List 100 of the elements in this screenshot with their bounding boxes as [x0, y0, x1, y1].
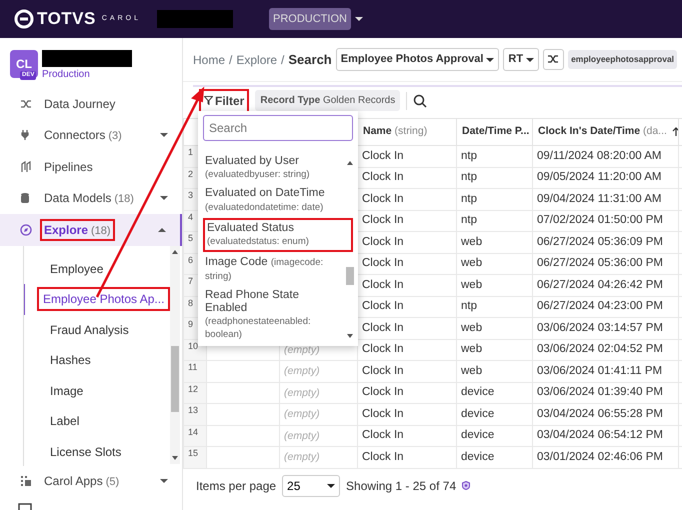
row-number: 11 — [184, 360, 206, 382]
items-per-page-select[interactable]: 25 — [282, 474, 340, 496]
caret-icon — [354, 16, 363, 22]
sidebar-item[interactable]: Pipelines — [0, 151, 182, 182]
table-cell: web — [456, 360, 532, 382]
sidebar-subitem[interactable]: Fraud Analysis — [24, 314, 170, 345]
table-cell: (empty) — [280, 404, 358, 425]
nav-icon — [20, 224, 32, 236]
table-cell: web — [456, 274, 532, 296]
sidebar-item-label: Carol Apps — [44, 474, 103, 488]
table-cell: web — [456, 253, 532, 274]
table-cell: Clock In — [358, 446, 456, 468]
sidebar-subitem[interactable]: License Slots — [24, 436, 170, 466]
sidebar-item-label: Explore — [44, 222, 88, 236]
table-cell: Clock In — [358, 404, 456, 425]
table-cell: ntp — [456, 210, 532, 232]
item-count: (18) — [114, 193, 134, 205]
pagination-summary: Showing 1 - 25 of 74 — [346, 478, 456, 494]
nav-icon — [20, 98, 32, 110]
table-cell: 09/05/2024 11:20:00 AM — [532, 167, 678, 188]
table-cell: 09/11/2024 08:20:00 AM — [532, 146, 678, 167]
table-cell: 03/06/2024 03:14:57 PM — [532, 318, 678, 339]
table-cell: (empty) — [280, 360, 358, 382]
column-header[interactable]: Clock In's Date/Time (da... — [532, 118, 678, 146]
sidebar-subitem[interactable]: Image — [24, 376, 170, 406]
shuffle-icon — [548, 54, 560, 64]
mode-dropdown[interactable]: RT — [503, 48, 540, 71]
sidebar-item[interactable]: Connectors (3) — [0, 120, 182, 151]
table-cell: Clock In — [358, 360, 456, 382]
item-count: (18) — [91, 224, 111, 236]
table-cell: web — [456, 339, 532, 360]
table-cell: (empty) — [280, 446, 358, 468]
nav-icon — [20, 475, 32, 488]
sidebar-item-label: Data Models — [44, 191, 112, 205]
table-cell: ntp — [456, 296, 532, 318]
table-cell: 09/04/2024 11:31:00 AM — [532, 188, 678, 210]
row-number: 13 — [184, 404, 206, 425]
table-cell: device — [456, 382, 532, 404]
table-cell: (empty) — [280, 425, 358, 446]
caret-icon — [526, 56, 534, 62]
shuffle-button[interactable] — [543, 49, 564, 70]
table-cell: device — [456, 425, 532, 446]
table-cell: 07/02/2024 01:50:00 PM — [532, 210, 678, 232]
breadcrumb-separator: / — [281, 52, 284, 68]
table-cell: ntp — [456, 188, 532, 210]
table-cell: 06/27/2024 04:26:42 PM — [532, 274, 678, 296]
table-cell: 03/06/2024 01:39:40 PM — [532, 382, 678, 404]
caret-icon — [327, 482, 336, 488]
table-cell: Clock In — [358, 425, 456, 446]
badge-icon — [462, 481, 470, 490]
table-cell: 06/27/2024 04:23:00 PM — [532, 296, 678, 318]
item-count: (5) — [106, 476, 120, 488]
filter-option[interactable]: Evaluated Status (evaluatedstatus: enum) — [203, 218, 353, 252]
panel-icon — [18, 502, 32, 510]
table-cell: device — [456, 404, 532, 425]
environment-selector[interactable]: PRODUCTION — [269, 8, 351, 30]
table-cell: ntp — [456, 167, 532, 188]
breadcrumb-current: Search — [288, 50, 332, 69]
table-cell: 03/04/2024 06:54:12 PM — [532, 425, 678, 446]
table-cell: 03/04/2024 06:55:28 PM — [532, 404, 678, 425]
table-cell: device — [456, 446, 532, 468]
column-header[interactable]: Date/Time P... — [456, 118, 532, 146]
column-header[interactable]: Name (string) — [358, 118, 456, 146]
row-number: 14 — [184, 425, 206, 446]
item-count: (3) — [108, 130, 122, 142]
search-field[interactable]: Search — [203, 115, 353, 141]
sidebar-item[interactable]: Explore (18) — [0, 214, 182, 246]
pagination-label: Items per page — [196, 478, 276, 494]
entity-tag: employeephotosapproval — [568, 50, 678, 69]
table-cell: 06/27/2024 05:36:00 PM — [532, 253, 678, 274]
breadcrumb-separator: / — [229, 52, 232, 68]
caret-icon — [486, 56, 494, 62]
table-cell: Clock In — [358, 382, 456, 404]
sidebar-item-label: Data Journey — [44, 96, 116, 111]
row-number: 12 — [184, 382, 206, 404]
logo-icon — [14, 9, 34, 29]
sidebar-subitem[interactable]: Hashes — [24, 345, 170, 376]
row-number: 15 — [184, 446, 206, 468]
record-type-chip[interactable]: Record Type Golden Records — [255, 90, 400, 111]
sidebar-item[interactable]: Data Journey — [0, 88, 182, 120]
nav-icon — [20, 160, 32, 173]
breadcrumb-link[interactable]: Home — [193, 50, 226, 68]
entity-dropdown[interactable]: Employee Photos Approval — [336, 48, 500, 71]
table-cell: ntp — [456, 146, 532, 167]
sidebar-subitem[interactable]: Employee — [24, 254, 170, 284]
table-cell: (empty) — [280, 382, 358, 404]
table-cell: web — [456, 232, 532, 253]
table-cell: 03/06/2024 02:04:52 PM — [532, 339, 678, 360]
logo-text: TOTVS — [37, 8, 96, 30]
search-icon[interactable] — [413, 94, 428, 108]
table-cell: web — [456, 318, 532, 339]
sidebar-item-label: Connectors — [44, 128, 106, 142]
breadcrumb-link[interactable]: Explore — [236, 50, 278, 68]
table-cell: 03/01/2024 02:46:06 PM — [532, 446, 678, 468]
sidebar-item[interactable]: Carol Apps (5) — [0, 466, 182, 497]
sidebar-item[interactable]: Data Models (18) — [0, 182, 182, 214]
nav-icon — [20, 192, 32, 204]
sidebar-subitem[interactable]: Label — [24, 406, 170, 436]
funnel-icon — [204, 96, 213, 105]
table-cell: 03/06/2024 01:41:11 PM — [532, 360, 678, 382]
